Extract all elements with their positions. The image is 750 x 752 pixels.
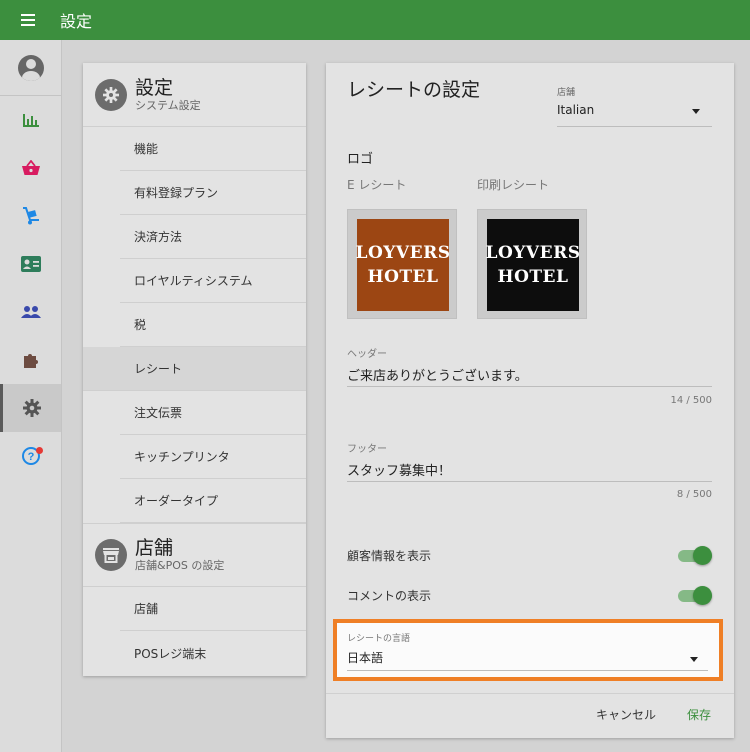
store-icon <box>95 539 127 571</box>
logo-section-title: ロゴ <box>347 152 374 167</box>
nav-inventory[interactable] <box>0 192 61 240</box>
dolly-icon <box>22 207 39 225</box>
store-select-value: Italian <box>557 103 595 117</box>
save-button[interactable]: 保存 <box>687 706 711 723</box>
store-select-label: 店舗 <box>557 88 576 98</box>
settings-menu-card: 設定 システム設定 機能 有料登録プラン 決済方法 ロイヤルティシステム 税 レ… <box>83 63 306 676</box>
e-receipt-logo-image: LOYVERS HOTEL <box>356 219 450 311</box>
page-title: レシートの設定 <box>347 79 481 101</box>
print-receipt-label: 印刷レシート <box>477 178 550 192</box>
sidebar-item-dining-options[interactable]: オーダータイプ <box>120 479 306 523</box>
language-highlight-box: レシートの言語 日本語 <box>333 619 723 681</box>
show-customer-info-row: 顧客情報を表示 <box>347 542 712 568</box>
show-customer-info-toggle[interactable] <box>678 545 712 565</box>
avatar-icon <box>17 54 44 81</box>
header-field-label: ヘッダー <box>347 349 387 360</box>
nav-customers[interactable] <box>0 288 61 336</box>
sidebar-item-taxes[interactable]: 税 <box>120 303 306 347</box>
nav-settings[interactable] <box>0 384 61 432</box>
receipt-language-select[interactable]: レシートの言語 日本語 <box>347 631 708 671</box>
nav-reports[interactable] <box>0 96 61 144</box>
sidebar-item-stores[interactable]: 店舗 <box>120 587 306 631</box>
sidebar-item-kitchen-printers[interactable]: キッチンプリンタ <box>120 435 306 479</box>
sidebar-item-subscription[interactable]: 有料登録プラン <box>120 171 306 215</box>
caret-down-icon <box>690 657 698 662</box>
app-bar: 設定 <box>0 0 750 40</box>
show-comment-label: コメントの表示 <box>347 588 432 603</box>
sidebar-item-loyalty[interactable]: ロイヤルティシステム <box>120 259 306 303</box>
bar-chart-icon <box>22 114 39 127</box>
hamburger-menu-icon[interactable] <box>21 0 43 40</box>
header-text-field[interactable]: ヘッダー ご来店ありがとうございます。 <box>347 345 712 387</box>
settings-section-title: 設定 <box>135 76 174 99</box>
show-comment-toggle[interactable] <box>678 585 712 605</box>
header-field-value: ご来店ありがとうございます。 <box>347 369 528 384</box>
receipt-language-value: 日本語 <box>347 651 384 665</box>
sidebar-item-features[interactable]: 機能 <box>120 127 306 171</box>
e-receipt-label: E レシート <box>347 178 407 192</box>
nav-rail: ? <box>0 40 62 752</box>
caret-down-icon <box>692 109 700 114</box>
settings-section-header: 設定 システム設定 <box>83 63 306 127</box>
contact-card-icon <box>20 256 41 272</box>
sidebar-item-order-tickets[interactable]: 注文伝票 <box>120 391 306 435</box>
store-section-title: 店舗 <box>135 537 174 559</box>
print-receipt-logo-upload[interactable]: LOYVERS HOTEL <box>477 209 587 319</box>
basket-icon <box>21 160 40 175</box>
footer-field-value: スタッフ募集中！ <box>347 464 452 479</box>
sidebar-item-receipt[interactable]: レシート <box>83 347 306 391</box>
footer-field-label: フッター <box>347 444 387 455</box>
receipt-settings-card: レシートの設定 店舗 Italian ロゴ E レシート 印刷レシート LOYV… <box>326 63 734 738</box>
notification-dot <box>36 447 43 454</box>
footer-char-counter: 8 / 500 <box>676 489 712 500</box>
nav-help[interactable]: ? <box>0 432 61 480</box>
sidebar-item-payment-types[interactable]: 決済方法 <box>120 215 306 259</box>
nav-integrations[interactable] <box>0 336 61 384</box>
footer-text-field[interactable]: フッター スタッフ募集中！ <box>347 440 712 482</box>
card-actions: キャンセル 保存 <box>326 693 734 738</box>
gear-icon <box>23 399 41 417</box>
e-receipt-logo-upload[interactable]: LOYVERS HOTEL <box>347 209 457 319</box>
account-button[interactable] <box>0 40 61 96</box>
header-char-counter: 14 / 500 <box>670 395 712 406</box>
people-icon <box>20 306 41 318</box>
gear-icon <box>95 78 127 111</box>
cancel-button[interactable]: キャンセル <box>596 706 656 723</box>
store-section-subtitle: 店舗&POS の設定 <box>135 559 225 572</box>
sidebar-item-pos-devices[interactable]: POSレジ端末 <box>120 631 306 675</box>
store-section-header: 店舗 店舗&POS の設定 <box>83 523 306 587</box>
app-bar-title: 設定 <box>60 12 93 31</box>
print-receipt-logo-image: LOYVERS HOTEL <box>486 219 580 311</box>
settings-section-subtitle: システム設定 <box>135 98 201 112</box>
puzzle-icon <box>23 354 38 368</box>
nav-employees[interactable] <box>0 240 61 288</box>
svg-text:?: ? <box>27 451 34 463</box>
nav-sales[interactable] <box>0 144 61 192</box>
receipt-language-label: レシートの言語 <box>347 634 411 644</box>
show-comment-row: コメントの表示 <box>347 582 712 608</box>
show-customer-info-label: 顧客情報を表示 <box>347 548 432 563</box>
store-select[interactable]: 店舗 Italian <box>557 85 712 127</box>
